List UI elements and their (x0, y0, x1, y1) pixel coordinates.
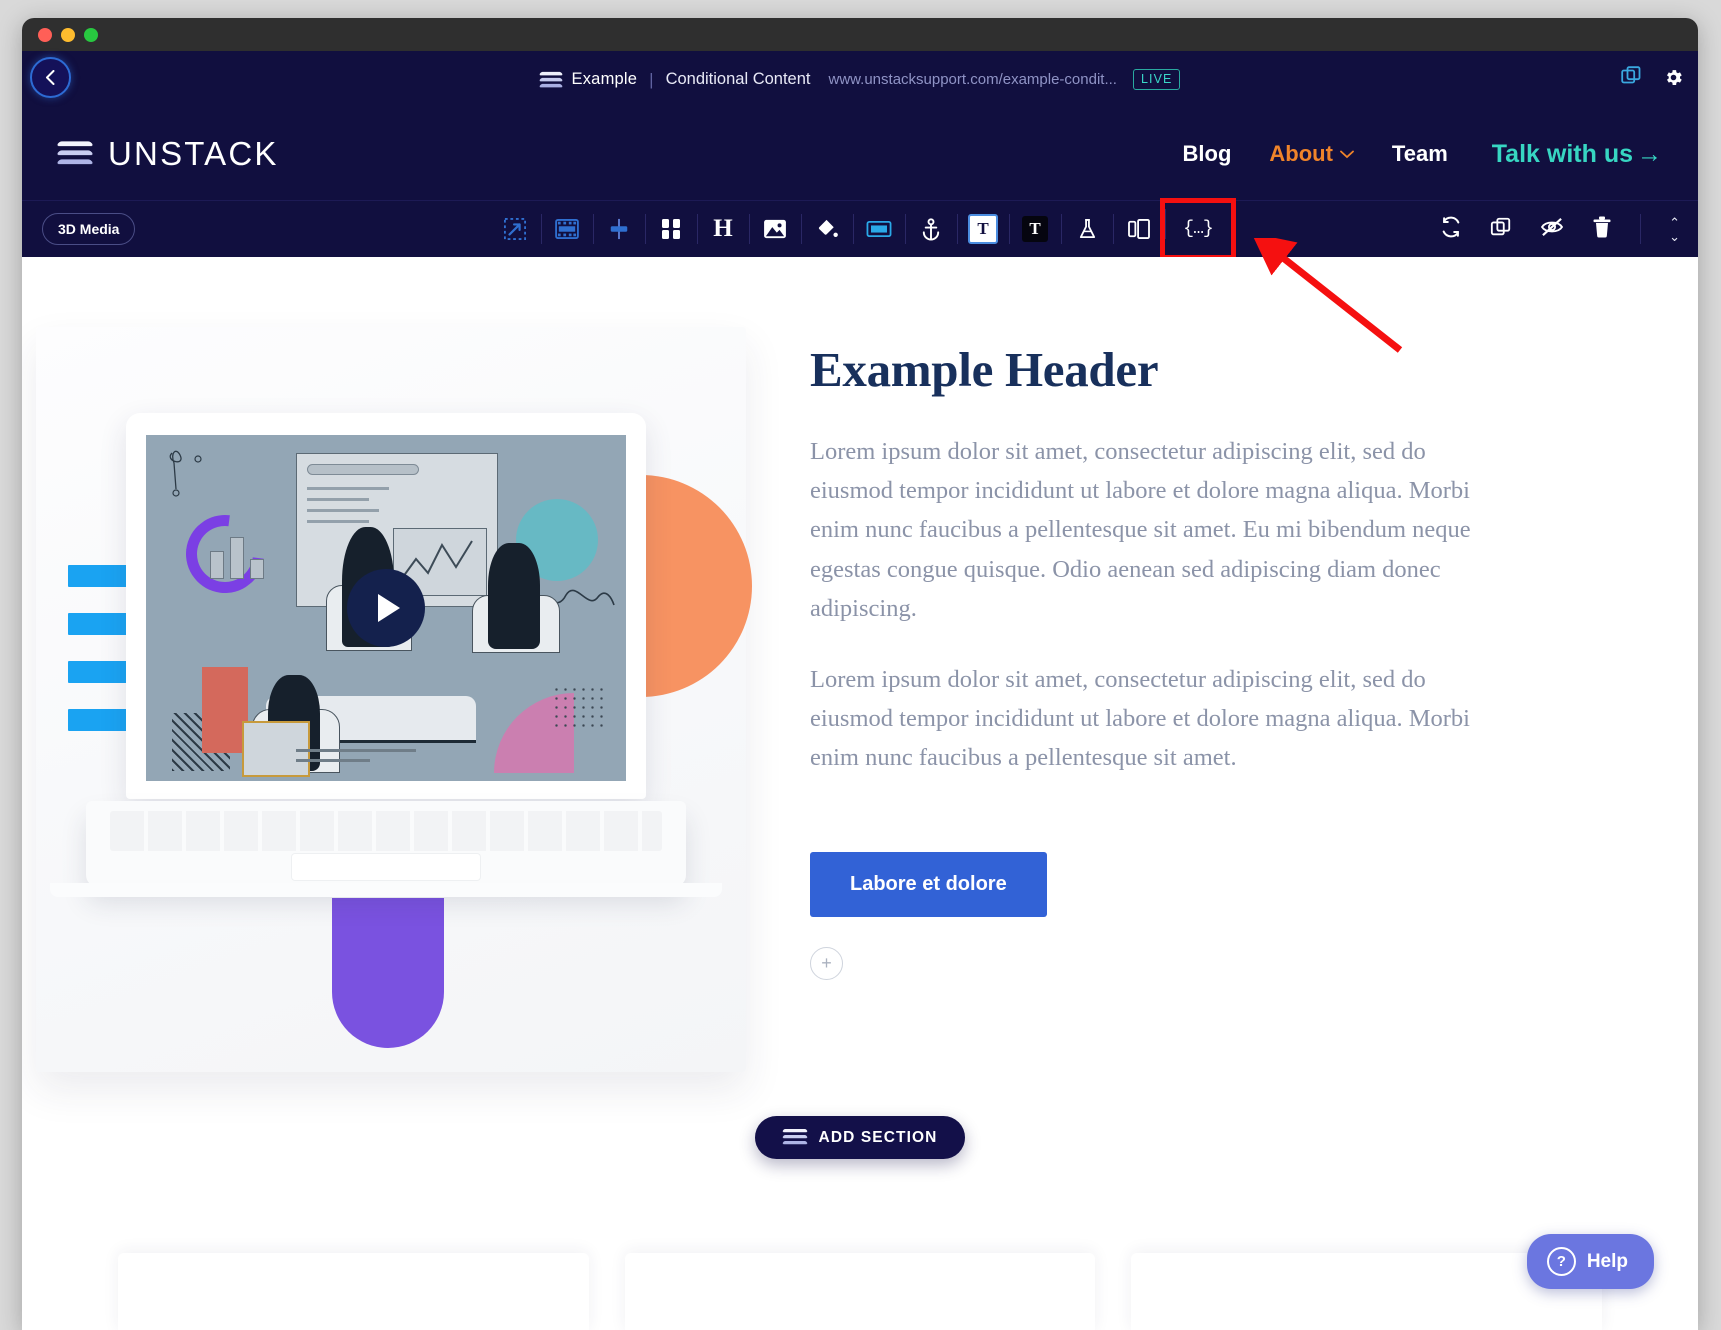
close-window-button[interactable] (38, 28, 52, 42)
caption-lines (296, 749, 416, 769)
laptop-base (86, 801, 686, 887)
section-toolbar: 3D Media (22, 200, 1698, 257)
order-stepper[interactable]: ⌃ ⌄ (1669, 218, 1680, 241)
paint-bucket-icon[interactable] (801, 208, 853, 250)
nav-links: Blog About Team Talk with us → (1183, 140, 1663, 169)
hero-cta-button[interactable]: Labore et dolore (810, 852, 1047, 917)
toolbar-divider (1640, 214, 1641, 244)
add-section-wrapper: ADD SECTION (22, 1116, 1698, 1159)
trackpad (291, 853, 481, 881)
button-icon[interactable] (853, 208, 905, 250)
hero-illustration[interactable] (36, 327, 746, 1072)
flask-icon[interactable] (1061, 208, 1113, 250)
appbar-actions (1621, 51, 1684, 108)
code-glyph: {…} (1183, 219, 1212, 239)
breadcrumb: Example | Conditional Content www.unstac… (22, 51, 1698, 108)
help-widget-label: Help (1587, 1251, 1628, 1273)
nav-item-team[interactable]: Team (1392, 141, 1448, 167)
add-section-button[interactable]: ADD SECTION (755, 1116, 966, 1159)
dot-grid-decoration (552, 685, 608, 731)
nav-item-blog[interactable]: Blog (1183, 141, 1232, 167)
move-up-icon[interactable]: ⌃ (1669, 218, 1680, 227)
brand-logo[interactable]: UNSTACK (58, 135, 279, 173)
laptop-screen (146, 435, 626, 781)
breadcrumb-site[interactable]: Example (572, 70, 638, 89)
arrow-right-icon: → (1637, 140, 1662, 169)
nav-item-about-label: About (1269, 141, 1333, 167)
text-light-glyph: T (968, 214, 998, 244)
keyboard (110, 811, 662, 851)
loop-decoration (164, 445, 204, 505)
minimize-window-button[interactable] (61, 28, 75, 42)
duplicate-icon[interactable] (1490, 216, 1512, 243)
laptop-illustration (86, 413, 686, 887)
status-badge: LIVE (1133, 69, 1181, 90)
add-block-button[interactable]: + (810, 947, 843, 980)
hero-paragraph-1[interactable]: Lorem ipsum dolor sit amet, consectetur … (810, 432, 1500, 628)
hero-paragraph-2[interactable]: Lorem ipsum dolor sit amet, consectetur … (810, 660, 1500, 778)
macos-titlebar (22, 18, 1698, 51)
toolbar-actions: ⌃ ⌄ (1440, 214, 1680, 244)
heading-icon[interactable]: H (697, 208, 749, 250)
heading-glyph: H (713, 215, 732, 243)
breadcrumb-separator: | (649, 70, 653, 90)
help-widget-button[interactable]: ? Help (1527, 1234, 1654, 1289)
resize-icon[interactable] (489, 208, 541, 250)
mini-bar-chart (210, 531, 264, 579)
purple-arc-decoration (332, 898, 444, 1048)
zoom-window-button[interactable] (84, 28, 98, 42)
image-icon[interactable] (749, 208, 801, 250)
hero-section: Example Header Lorem ipsum dolor sit ame… (22, 257, 1698, 1072)
nav-cta-label: Talk with us (1492, 140, 1633, 169)
text-dark-icon[interactable]: T (1009, 208, 1061, 250)
layers-icon (540, 71, 562, 89)
text-light-icon[interactable]: T (957, 208, 1009, 250)
card-item[interactable] (625, 1253, 1096, 1330)
layers-icon (58, 140, 92, 168)
trash-icon[interactable] (1592, 216, 1612, 243)
hero-media-column (22, 327, 782, 1072)
laptop-lid (126, 413, 646, 799)
divider-icon[interactable] (593, 208, 645, 250)
page-canvas: Example Header Lorem ipsum dolor sit ame… (22, 257, 1698, 1330)
nav-cta-talk-with-us[interactable]: Talk with us → (1492, 140, 1662, 169)
nav-item-about[interactable]: About (1269, 141, 1354, 167)
layers-icon (783, 1128, 807, 1147)
code-icon[interactable]: {…} (1165, 203, 1231, 255)
gear-icon[interactable] (1663, 67, 1684, 93)
grid-icon[interactable] (645, 208, 697, 250)
play-icon[interactable] (347, 569, 425, 647)
card-item[interactable] (118, 1253, 589, 1330)
sync-icon[interactable] (1440, 216, 1462, 243)
site-navigation: UNSTACK Blog About Team Talk with us → (22, 108, 1698, 200)
question-circle-icon: ? (1547, 1247, 1576, 1276)
laptop-foot (50, 883, 722, 897)
breadcrumb-page[interactable]: Conditional Content (666, 70, 811, 89)
hide-icon[interactable] (1540, 217, 1564, 242)
anchor-icon[interactable] (905, 208, 957, 250)
move-down-icon[interactable]: ⌄ (1669, 232, 1680, 241)
text-dark-glyph: T (1022, 216, 1048, 242)
film-strip-icon[interactable] (541, 208, 593, 250)
editor-appbar: Example | Conditional Content www.unstac… (22, 51, 1698, 108)
brand-name: UNSTACK (108, 135, 279, 173)
page-url[interactable]: www.unstacksupport.com/example-condit... (829, 71, 1117, 88)
copy-pages-icon[interactable] (1621, 66, 1643, 93)
bottom-cards-row (22, 1253, 1698, 1330)
person-figure (488, 543, 540, 649)
columns-icon[interactable] (1113, 208, 1165, 250)
page-title[interactable]: Example Header (810, 341, 1638, 398)
add-section-label: ADD SECTION (819, 1129, 938, 1147)
app-window: Example | Conditional Content www.unstac… (22, 18, 1698, 1330)
hero-text-column: Example Header Lorem ipsum dolor sit ame… (782, 327, 1698, 1072)
chevron-down-icon (1340, 150, 1354, 159)
